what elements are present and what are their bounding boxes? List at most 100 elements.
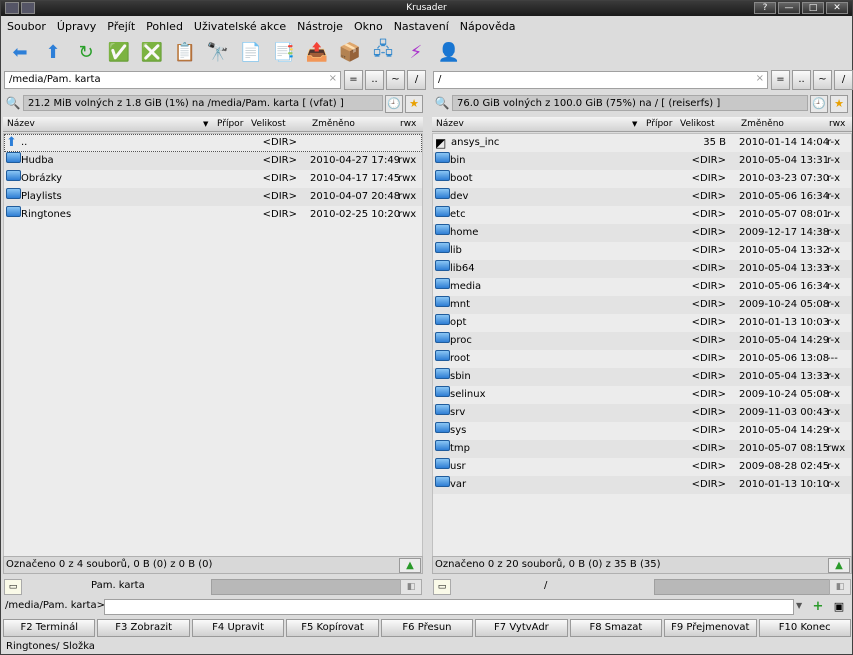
- menu-item[interactable]: Nástroje: [297, 20, 343, 33]
- column-size[interactable]: Velikost: [680, 119, 715, 129]
- close-button[interactable]: ✕: [826, 2, 848, 14]
- path-input[interactable]: /media/Pam. karta ×: [4, 71, 341, 89]
- toolbar-button[interactable]: ⬅: [7, 39, 33, 65]
- file-row[interactable]: boot <DIR> 2010-03-23 07:30 r-x: [433, 170, 851, 188]
- chevron-down-icon[interactable]: ▼: [796, 601, 802, 610]
- file-row[interactable]: Ringtones <DIR> 2010-02-25 10:20 rwx: [4, 206, 422, 224]
- bookmark-star-icon[interactable]: ★: [405, 95, 423, 113]
- function-key-button[interactable]: F10 Konec: [758, 619, 851, 637]
- column-rwx[interactable]: rwx: [400, 119, 416, 129]
- function-key-button[interactable]: F5 Kopírovat: [286, 619, 379, 637]
- file-row[interactable]: sbin <DIR> 2010-05-04 13:33 r-x: [433, 368, 851, 386]
- path-nav-button[interactable]: /: [407, 70, 426, 90]
- window-menu-icon[interactable]: [5, 2, 19, 14]
- history-icon[interactable]: 🕘: [810, 95, 828, 113]
- file-row[interactable]: srv <DIR> 2009-11-03 00:43 r-x: [433, 404, 851, 422]
- file-row[interactable]: home <DIR> 2009-12-17 14:38 r-x: [433, 224, 851, 242]
- menu-item[interactable]: Přejít: [107, 20, 135, 33]
- path-nav-button[interactable]: =: [344, 70, 363, 90]
- toolbar-button[interactable]: ⬆: [40, 39, 66, 65]
- path-nav-button[interactable]: ~: [813, 70, 832, 90]
- toolbar-button[interactable]: 👤: [436, 39, 462, 65]
- menu-item[interactable]: Nastavení: [394, 20, 449, 33]
- clear-icon[interactable]: ×: [329, 73, 337, 84]
- file-row[interactable]: dev <DIR> 2010-05-06 16:34 r-x: [433, 188, 851, 206]
- window-shade-icon[interactable]: [21, 2, 35, 14]
- file-row[interactable]: lib <DIR> 2010-05-04 13:32 r-x: [433, 242, 851, 260]
- toolbar-button[interactable]: 📋: [172, 39, 198, 65]
- column-modified[interactable]: Změněno: [312, 119, 355, 129]
- function-key-button[interactable]: F3 Zobrazit: [97, 619, 190, 637]
- path-nav-button[interactable]: ..: [792, 70, 811, 90]
- history-icon[interactable]: 🕘: [385, 95, 403, 113]
- panel-splitter[interactable]: [425, 69, 431, 599]
- file-row[interactable]: bin <DIR> 2010-05-04 13:31 r-x: [433, 152, 851, 170]
- expand-up-icon[interactable]: ▲: [399, 558, 421, 573]
- file-row[interactable]: ⬆.. <DIR>: [4, 134, 422, 152]
- function-key-button[interactable]: F7 VytvAdr: [475, 619, 568, 637]
- folder-open-icon[interactable]: ▭: [4, 579, 22, 595]
- bookmark-star-icon[interactable]: ★: [830, 95, 848, 113]
- function-key-button[interactable]: F8 Smazat: [569, 619, 663, 637]
- file-row[interactable]: root <DIR> 2010-05-06 13:08 ---: [433, 350, 851, 368]
- file-row[interactable]: selinux <DIR> 2009-10-24 05:08 r-x: [433, 386, 851, 404]
- path-nav-button[interactable]: /: [834, 70, 853, 90]
- toolbar-button[interactable]: 📑: [271, 39, 297, 65]
- toolbar-button[interactable]: 🔭: [205, 39, 231, 65]
- function-key-button[interactable]: F2 Terminál: [3, 619, 96, 637]
- path-nav-button[interactable]: =: [771, 70, 790, 90]
- file-row[interactable]: var <DIR> 2010-01-13 10:10 r-x: [433, 476, 851, 494]
- menu-item[interactable]: Uživatelské akce: [194, 20, 286, 33]
- file-row[interactable]: usr <DIR> 2009-08-28 02:45 r-x: [433, 458, 851, 476]
- file-row[interactable]: tmp <DIR> 2010-05-07 08:15 rwx: [433, 440, 851, 458]
- function-key-button[interactable]: F6 Přesun: [380, 619, 474, 637]
- file-row[interactable]: ◩ ansys_inc 35 B 2010-01-14 14:04 r-x: [433, 134, 851, 152]
- file-row[interactable]: Obrázky <DIR> 2010-04-17 17:45 rwx: [4, 170, 422, 188]
- quick-filter-icon[interactable]: ◧: [829, 579, 851, 595]
- menu-item[interactable]: Pohled: [146, 20, 183, 33]
- add-icon[interactable]: +: [809, 599, 827, 616]
- clear-icon[interactable]: ×: [756, 73, 764, 84]
- help-button[interactable]: ?: [754, 2, 776, 14]
- terminal-icon[interactable]: ▣: [830, 599, 848, 616]
- function-key-button[interactable]: F4 Upravit: [191, 619, 285, 637]
- file-row[interactable]: mnt <DIR> 2009-10-24 05:08 r-x: [433, 296, 851, 314]
- column-size[interactable]: Velikost: [251, 119, 286, 129]
- column-ext[interactable]: Přípor: [646, 119, 672, 129]
- toolbar-button[interactable]: 🖧: [370, 39, 396, 65]
- file-row[interactable]: Playlists <DIR> 2010-04-07 20:48 rwx: [4, 188, 422, 206]
- file-row[interactable]: Hudba <DIR> 2010-04-27 17:49 rwx: [4, 152, 422, 170]
- column-modified[interactable]: Změněno: [741, 119, 784, 129]
- expand-up-icon[interactable]: ▲: [828, 558, 850, 573]
- path-input[interactable]: / ×: [433, 71, 768, 89]
- menu-item[interactable]: Nápověda: [460, 20, 516, 33]
- toolbar-button[interactable]: ✅: [106, 39, 132, 65]
- file-row[interactable]: proc <DIR> 2010-05-04 14:29 r-x: [433, 332, 851, 350]
- menu-item[interactable]: Soubor: [7, 20, 46, 33]
- quick-filter-icon[interactable]: ◧: [400, 579, 422, 595]
- command-input[interactable]: [104, 599, 794, 615]
- column-name[interactable]: Název: [7, 119, 35, 129]
- function-key-button[interactable]: F9 Přejmenovat: [664, 619, 757, 637]
- file-row[interactable]: etc <DIR> 2010-05-07 08:01 r-x: [433, 206, 851, 224]
- maximize-button[interactable]: □: [802, 2, 824, 14]
- folder-open-icon[interactable]: ▭: [433, 579, 451, 595]
- path-nav-button[interactable]: ..: [365, 70, 384, 90]
- file-row[interactable]: sys <DIR> 2010-05-04 14:29 r-x: [433, 422, 851, 440]
- column-name[interactable]: Název: [436, 119, 464, 129]
- path-nav-button[interactable]: ~: [386, 70, 405, 90]
- toolbar-button[interactable]: 📦: [337, 39, 363, 65]
- file-row[interactable]: lib64 <DIR> 2010-05-04 13:33 r-x: [433, 260, 851, 278]
- toolbar-button[interactable]: ❎: [139, 39, 165, 65]
- file-row[interactable]: opt <DIR> 2010-01-13 10:03 r-x: [433, 314, 851, 332]
- minimize-button[interactable]: —: [778, 2, 800, 14]
- toolbar-button[interactable]: 📤: [304, 39, 330, 65]
- menu-item[interactable]: Okno: [354, 20, 383, 33]
- menu-item[interactable]: Úpravy: [57, 20, 96, 33]
- toolbar-button[interactable]: ↻: [73, 39, 99, 65]
- toolbar-button[interactable]: ⚡: [403, 39, 429, 65]
- toolbar-button[interactable]: 📄: [238, 39, 264, 65]
- column-ext[interactable]: Přípor: [217, 119, 243, 129]
- column-rwx[interactable]: rwx: [829, 119, 845, 129]
- file-row[interactable]: media <DIR> 2010-05-06 16:34 r-x: [433, 278, 851, 296]
